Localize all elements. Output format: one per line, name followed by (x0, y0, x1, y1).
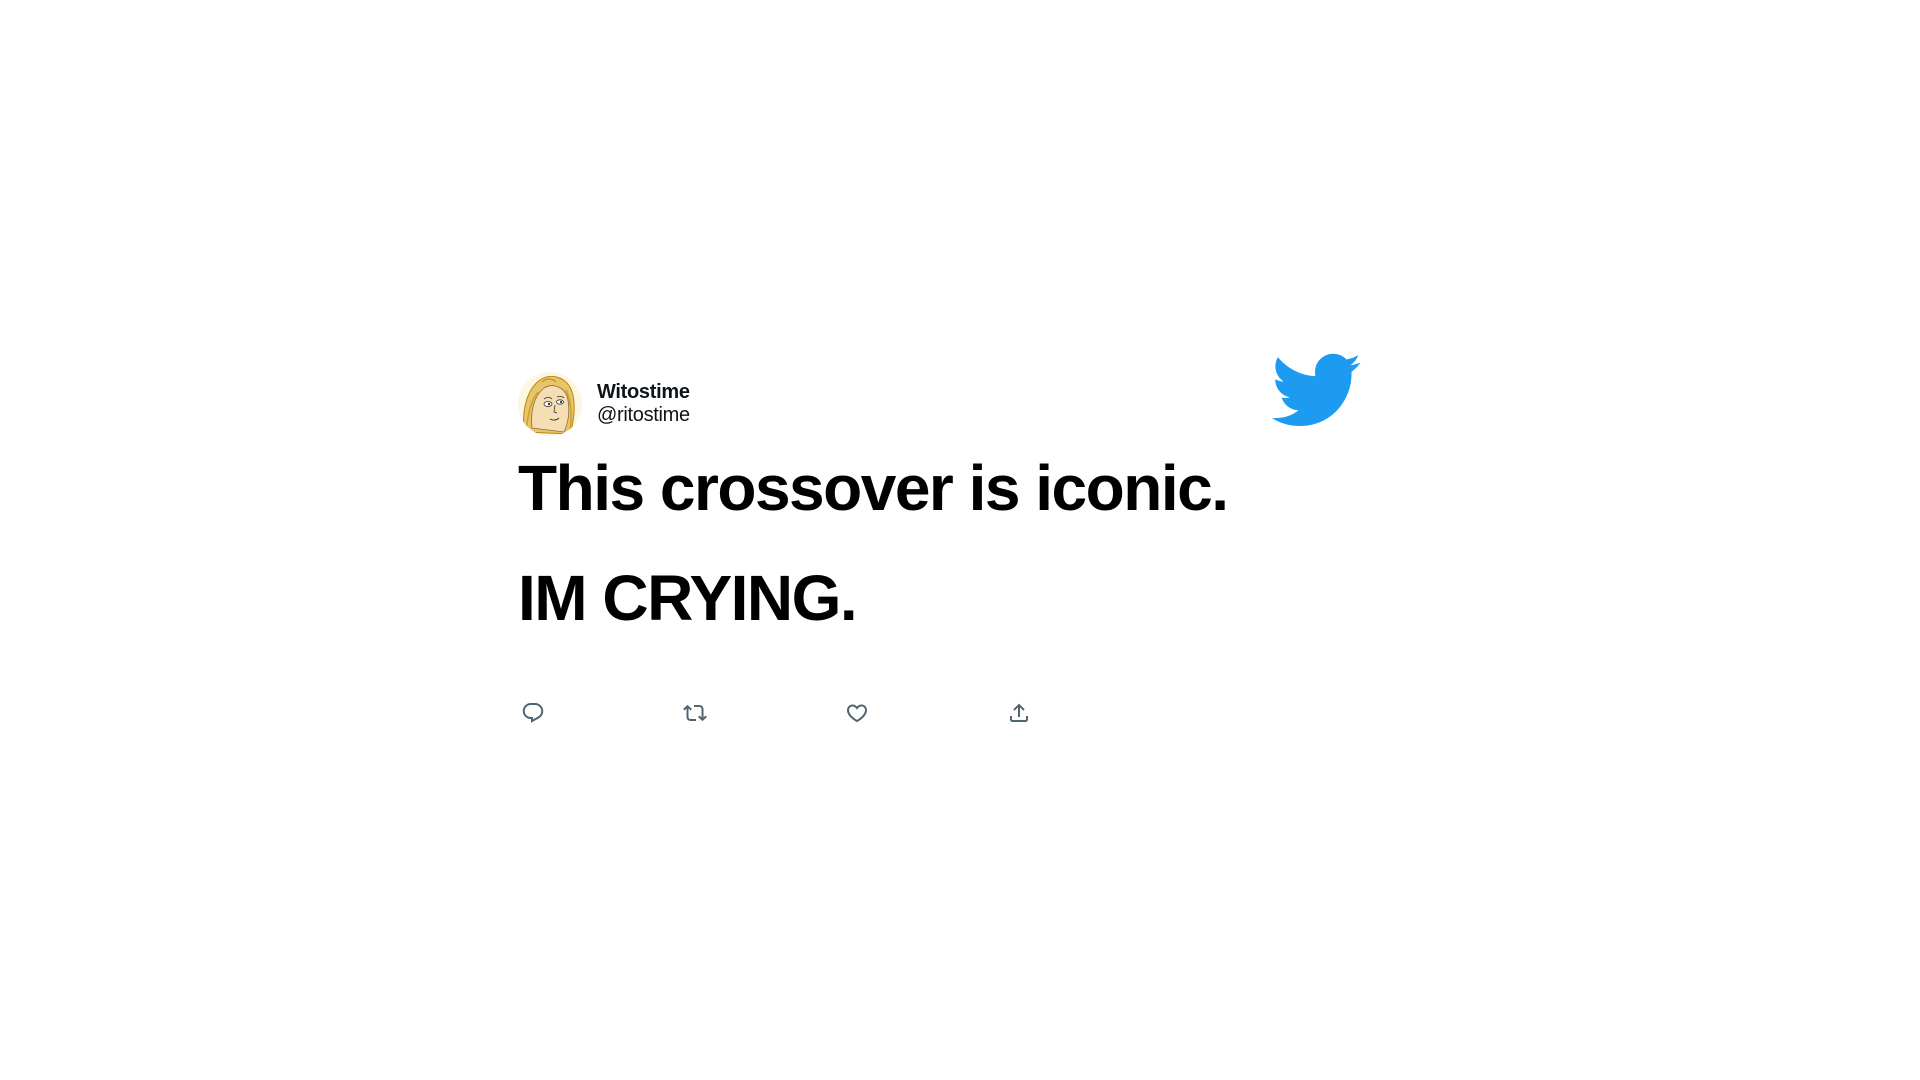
tweet-text-line-1: This crossover is iconic. (518, 452, 1229, 524)
heart-icon (846, 704, 868, 723)
retweet-icon (683, 704, 707, 722)
reply-button[interactable] (518, 698, 548, 728)
avatar[interactable] (518, 372, 582, 436)
tweet-author: Witostime @ritostime (597, 380, 690, 426)
author-display-name[interactable]: Witostime (597, 380, 690, 404)
tweet-text: This crossover is iconic. IM CRYING. (518, 452, 1338, 672)
illustrated-portrait-avatar-icon (518, 372, 582, 436)
share-icon (1010, 703, 1028, 722)
author-handle[interactable]: @ritostime (597, 404, 690, 426)
like-button[interactable] (842, 698, 872, 728)
reply-icon (522, 703, 544, 723)
retweet-button[interactable] (680, 698, 710, 728)
share-button[interactable] (1004, 698, 1034, 728)
tweet-text-line-2: IM CRYING. (518, 562, 858, 634)
twitter-bird-icon (1268, 350, 1362, 430)
tweet-actions (518, 698, 1038, 728)
tweet-card: Witostime @ritostime This crossover is i… (518, 350, 1368, 750)
tweet-screenshot: Witostime @ritostime This crossover is i… (0, 0, 1920, 1080)
